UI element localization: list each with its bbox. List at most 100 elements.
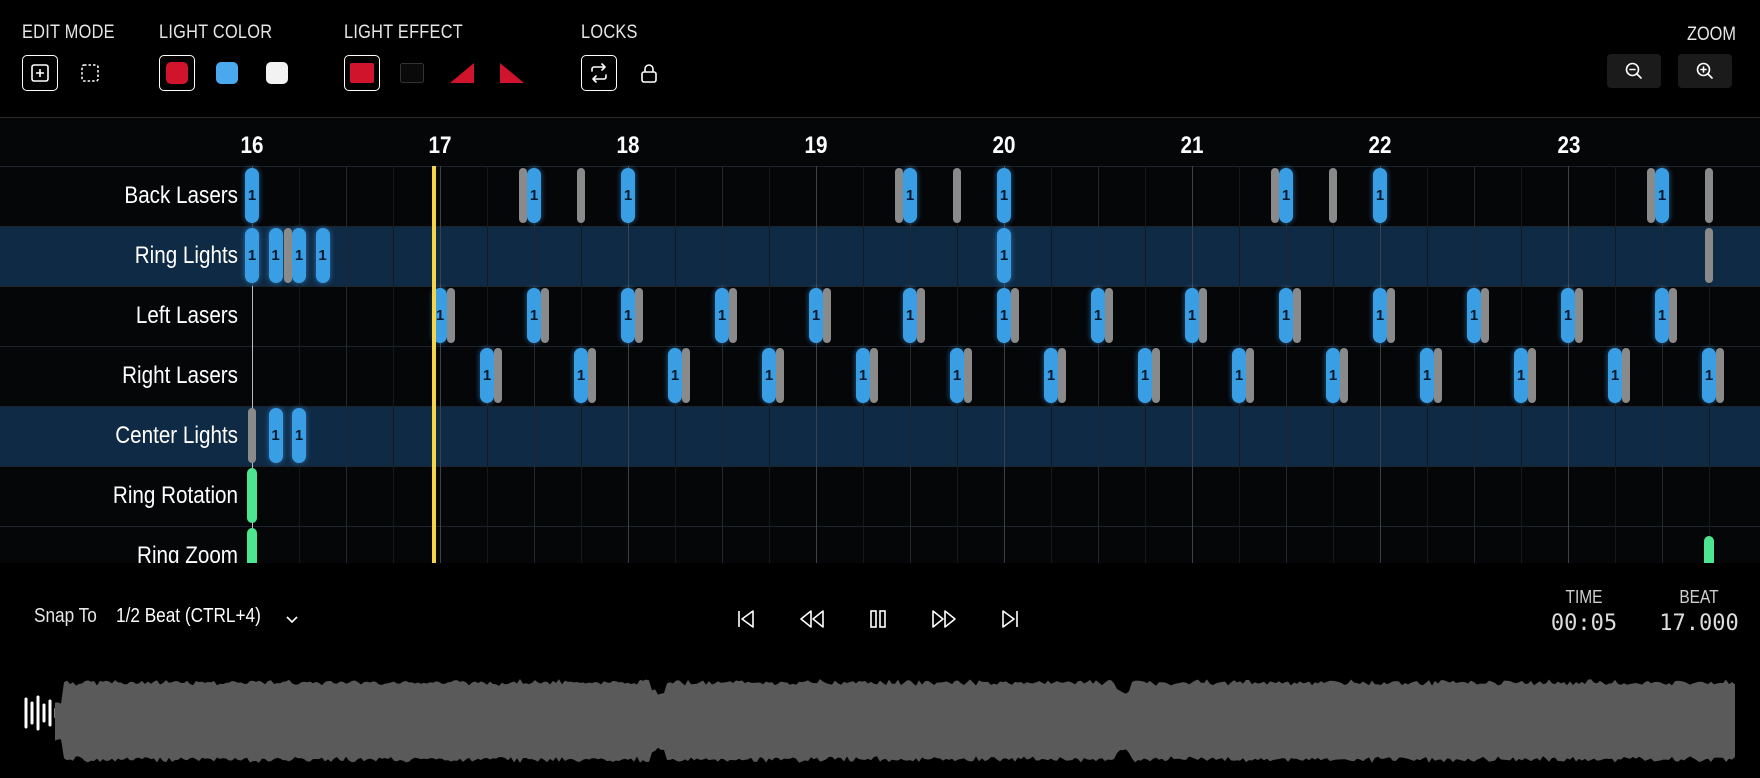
rewind-button[interactable] — [796, 603, 828, 635]
light-off-event[interactable] — [729, 288, 738, 343]
skip-to-end-button[interactable] — [994, 603, 1026, 635]
light-off-event[interactable] — [1622, 348, 1631, 403]
light-event[interactable]: 1 — [1138, 348, 1152, 403]
snap-to-select[interactable]: 1/2 Beat (CTRL+4) — [116, 605, 261, 628]
light-event[interactable]: 1 — [1608, 348, 1622, 403]
light-event[interactable]: 1 — [1326, 348, 1340, 403]
event-timeline[interactable]: 16 17 18 19 20 21 22 23 Back Lasers Ring… — [0, 118, 1760, 563]
color-red-button[interactable] — [159, 55, 195, 91]
light-event[interactable]: 1 — [1232, 348, 1246, 403]
light-off-event[interactable] — [953, 168, 961, 223]
light-event[interactable]: 1 — [1655, 168, 1669, 223]
effect-fade-out-button[interactable] — [494, 55, 530, 91]
light-off-event[interactable] — [776, 348, 785, 403]
light-event[interactable]: 1 — [997, 228, 1011, 283]
light-event[interactable]: 1 — [245, 168, 259, 223]
light-off-event[interactable] — [588, 348, 597, 403]
light-off-event[interactable] — [1387, 288, 1396, 343]
light-event[interactable]: 1 — [527, 288, 541, 343]
light-event[interactable]: 1 — [1561, 288, 1575, 343]
light-event[interactable]: 1 — [1373, 168, 1387, 223]
light-event[interactable]: 1 — [245, 228, 259, 283]
light-event[interactable]: 1 — [1420, 348, 1434, 403]
track-back-lasers[interactable]: Back Lasers — [0, 166, 1760, 226]
light-off-event[interactable] — [577, 168, 585, 223]
light-off-event[interactable] — [494, 348, 503, 403]
playhead[interactable] — [432, 166, 436, 563]
light-off-event[interactable] — [1705, 168, 1713, 223]
light-off-event[interactable] — [870, 348, 879, 403]
zoom-in-button[interactable] — [1678, 54, 1732, 88]
light-off-event[interactable] — [283, 228, 292, 283]
light-off-event[interactable] — [917, 288, 926, 343]
light-event[interactable]: 1 — [1373, 288, 1387, 343]
light-event[interactable]: 1 — [292, 408, 306, 463]
light-event[interactable]: 1 — [903, 168, 917, 223]
light-off-event[interactable] — [682, 348, 691, 403]
snap-dropdown-button[interactable] — [276, 603, 308, 635]
light-event[interactable]: 1 — [621, 168, 635, 223]
light-event[interactable]: 1 — [574, 348, 588, 403]
light-event[interactable]: 1 — [1279, 288, 1293, 343]
light-event[interactable]: 1 — [950, 348, 964, 403]
light-off-event[interactable] — [1152, 348, 1161, 403]
light-event[interactable]: 1 — [762, 348, 776, 403]
effect-fade-in-button[interactable] — [444, 55, 480, 91]
color-blue-button[interactable] — [209, 55, 245, 91]
light-off-event[interactable] — [447, 288, 456, 343]
light-off-event[interactable] — [1105, 288, 1114, 343]
light-event[interactable]: 1 — [715, 288, 729, 343]
light-off-event[interactable] — [1669, 288, 1678, 343]
light-event[interactable]: 1 — [480, 348, 494, 403]
light-off-event[interactable] — [1246, 348, 1255, 403]
loop-lock-button[interactable] — [581, 55, 617, 91]
light-event[interactable]: 1 — [1702, 348, 1716, 403]
light-off-event[interactable] — [1058, 348, 1067, 403]
pause-button[interactable] — [862, 603, 894, 635]
fast-forward-button[interactable] — [928, 603, 960, 635]
light-off-event[interactable] — [1705, 228, 1713, 283]
light-event[interactable]: 1 — [668, 348, 682, 403]
lock-button[interactable] — [631, 55, 667, 91]
light-off-event[interactable] — [248, 408, 256, 463]
light-event[interactable]: 1 — [903, 288, 917, 343]
track-right-lasers[interactable]: Right Lasers — [0, 346, 1760, 406]
light-off-event[interactable] — [1434, 348, 1443, 403]
light-event[interactable]: 1 — [268, 408, 283, 463]
light-event[interactable]: 1 — [1044, 348, 1058, 403]
light-off-event[interactable] — [1011, 288, 1020, 343]
light-event[interactable]: 1 — [997, 288, 1011, 343]
light-off-event[interactable] — [1481, 288, 1490, 343]
light-event[interactable]: 1 — [1279, 168, 1293, 223]
light-event[interactable]: 1 — [997, 168, 1011, 223]
light-off-event[interactable] — [635, 288, 644, 343]
light-off-event[interactable] — [1270, 168, 1279, 223]
waveform-scrubber[interactable] — [0, 665, 1760, 778]
light-event[interactable]: 1 — [621, 288, 635, 343]
ring-event[interactable] — [247, 468, 257, 523]
ring-event[interactable] — [247, 528, 257, 563]
light-event[interactable]: 1 — [1467, 288, 1481, 343]
ring-event[interactable] — [1704, 536, 1714, 563]
color-white-button[interactable] — [259, 55, 295, 91]
zoom-out-button[interactable] — [1607, 54, 1661, 88]
effect-on-button[interactable] — [344, 55, 380, 91]
light-off-event[interactable] — [1528, 348, 1537, 403]
light-off-event[interactable] — [1340, 348, 1349, 403]
effect-off-button[interactable] — [394, 55, 430, 91]
light-off-event[interactable] — [1575, 288, 1584, 343]
light-event[interactable]: 1 — [1091, 288, 1105, 343]
light-off-event[interactable] — [823, 288, 832, 343]
light-event[interactable]: 1 — [1185, 288, 1199, 343]
track-ring-lights[interactable]: Ring Lights — [0, 226, 1760, 286]
light-event[interactable]: 1 — [1655, 288, 1669, 343]
light-event[interactable]: 1 — [292, 228, 306, 283]
light-off-event[interactable] — [894, 168, 903, 223]
light-off-event[interactable] — [518, 168, 527, 223]
light-event[interactable]: 1 — [1514, 348, 1528, 403]
light-event[interactable]: 1 — [268, 228, 283, 283]
track-center-lights[interactable]: Center Lights — [0, 406, 1760, 466]
select-mode-button[interactable] — [72, 55, 108, 91]
light-event[interactable]: 1 — [809, 288, 823, 343]
light-off-event[interactable] — [1646, 168, 1655, 223]
